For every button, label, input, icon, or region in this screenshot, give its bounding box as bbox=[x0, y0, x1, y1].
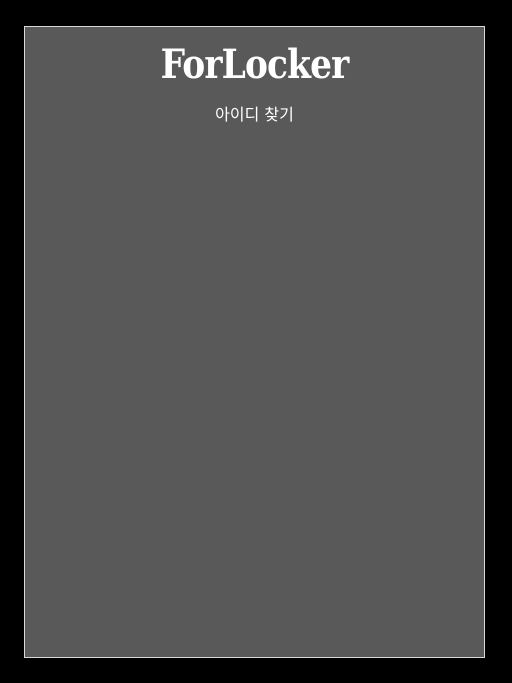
page-title: 아이디 찾기 bbox=[215, 105, 294, 124]
find-id-panel: ForLocker 아이디 찾기 bbox=[24, 26, 485, 658]
forlocker-logo: ForLocker bbox=[160, 41, 350, 88]
